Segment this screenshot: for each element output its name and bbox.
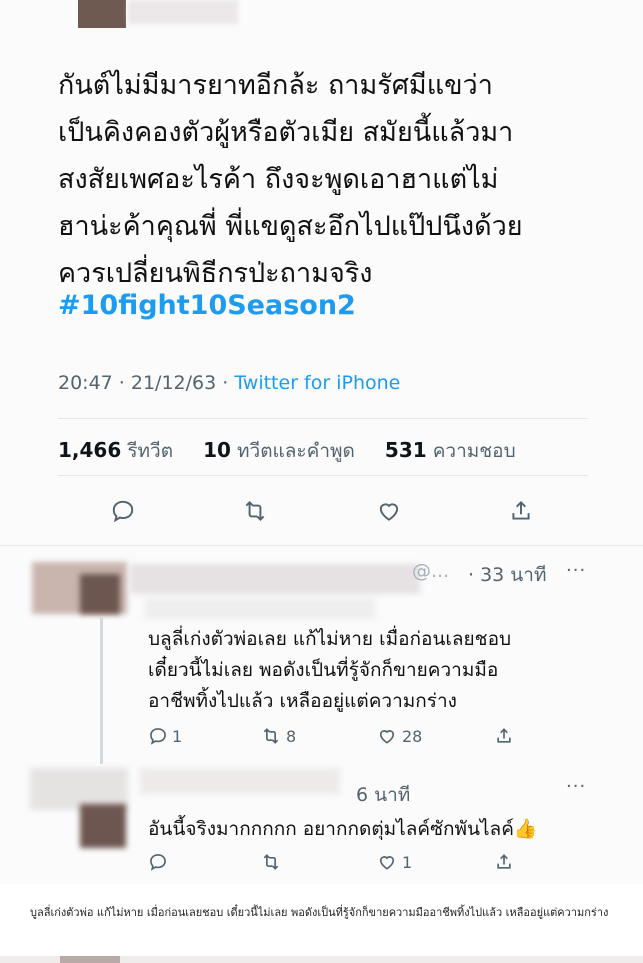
reply-retweet-button[interactable] (260, 852, 286, 872)
blurred-author-name (128, 0, 238, 24)
reply-text-line: อันนี้จริงมากกกกก อยากกดตุ่มไลค์ซักพันไล… (148, 818, 538, 840)
reply-retweet-button[interactable]: 8 (260, 726, 296, 746)
reply-item[interactable]: @... · 33 นาที ··· บลูลี่เก่งตัวพ่อเลย แ… (0, 546, 643, 764)
reply-icon[interactable] (106, 494, 140, 528)
reply-reply-button[interactable]: 1 (148, 726, 182, 746)
reply-icon (150, 728, 166, 745)
tweet-text-line: เป็นคิงคองตัวผู้หรือตัวเมีย สมัยนี้แล้วม… (58, 117, 514, 148)
next-image-edge (0, 956, 643, 963)
like-icon[interactable] (372, 494, 406, 528)
retweets-count: 1,466 (58, 438, 122, 462)
tweet-source-link[interactable]: Twitter for iPhone (234, 372, 400, 394)
reply-like-button[interactable]: 1 (376, 852, 412, 872)
tweet-actions (0, 494, 643, 528)
blurred-handle (145, 598, 375, 620)
reply-text-line: อาชีพทิ้งไปแล้ว เหลืออยู่แต่ความกร่าง (148, 690, 457, 712)
reply-text-line: เดี๋ยวนี้ไม่เลย พอดังเป็นที่รู้จักก็ขายค… (148, 659, 499, 681)
reply-text-line: บลูลี่เก่งตัวพ่อเลย แก้ไม่หาย เมื่อก่อนเ… (148, 628, 512, 650)
tweet-text-line: กันต์ไม่มีมารยาทอีกล้ะ ถามรัศมีแขว่า (58, 70, 493, 101)
like-icon (379, 856, 395, 870)
retweet-icon[interactable] (238, 494, 272, 528)
tweet-timestamp: 20:47 · 21/12/63 · (58, 372, 235, 394)
tweet-stats: 1,466 รีทวีต 10 ทวีตและคำพูด 531 ความชอบ (58, 436, 540, 466)
quotes-label: ทวีตและคำพูด (237, 440, 355, 462)
author-avatar[interactable] (78, 0, 126, 28)
thread-line (100, 618, 103, 764)
tweet-text: กันต์ไม่มีมารยาทอีกล้ะ ถามรัศมีแขว่า เป็… (58, 62, 618, 297)
share-icon (497, 854, 511, 869)
likes-stat[interactable]: 531 ความชอบ (384, 438, 528, 462)
reply-icon (150, 854, 166, 871)
like-count: 1 (402, 852, 413, 872)
reply-count: 1 (172, 726, 183, 746)
quotes-stat[interactable]: 10 ทวีตและคำพูด (203, 438, 367, 462)
more-icon[interactable]: ··· (566, 776, 586, 797)
tweet-meta: 20:47 · 21/12/63 · Twitter for iPhone (58, 372, 400, 394)
reply-item[interactable]: 6 นาที ··· อันนี้จริงมากกกกก อยากกดตุ่มไ… (0, 764, 643, 884)
reply-handle-partial: @... (412, 560, 450, 582)
retweet-icon (263, 854, 279, 870)
like-count: 28 (402, 726, 423, 746)
blurred-display-name (130, 564, 420, 594)
retweet-count: 8 (286, 726, 297, 746)
share-icon (497, 728, 511, 743)
reply-share-button[interactable] (494, 726, 514, 746)
quotes-count: 10 (203, 438, 231, 462)
tweet-screenshot: กันต์ไม่มีมารยาทอีกล้ะ ถามรัศมีแขว่า เป็… (0, 0, 643, 884)
blurred-display-name (140, 768, 340, 794)
retweets-stat[interactable]: 1,466 รีทวีต (58, 438, 185, 462)
tweet-text-line: ฮาน่ะค้าคุณพี่ พี่แขดูสะอึกไปแป๊ปนึงด้วย (58, 211, 523, 242)
blurred-avatar (80, 804, 126, 848)
reply-reply-button[interactable] (148, 852, 172, 872)
reply-timestamp: 6 นาที (356, 784, 411, 806)
hashtag-link[interactable]: #10fight10Season2 (58, 290, 356, 321)
reply-timestamp: · 33 นาที (468, 564, 547, 586)
article-caption: บูลลี่เก่งตัวพ่อ แก้ไม่หาย เมื่อก่อนเลยช… (30, 906, 609, 919)
divider (58, 475, 588, 476)
reply-share-button[interactable] (494, 852, 514, 872)
blurred-avatar-detail (80, 574, 120, 614)
divider (58, 418, 588, 419)
reply-like-button[interactable]: 28 (376, 726, 422, 746)
like-icon (379, 730, 395, 744)
retweets-label: รีทวีต (127, 440, 174, 462)
likes-count: 531 (384, 438, 427, 462)
retweet-icon (263, 728, 279, 744)
likes-label: ความชอบ (432, 440, 516, 462)
share-icon[interactable] (504, 494, 538, 528)
tweet-text-line: สงสัยเพศอะไรค้า ถึงจะพูดเอาฮาแต่ไม่ (58, 164, 499, 195)
more-icon[interactable]: ··· (566, 560, 586, 581)
